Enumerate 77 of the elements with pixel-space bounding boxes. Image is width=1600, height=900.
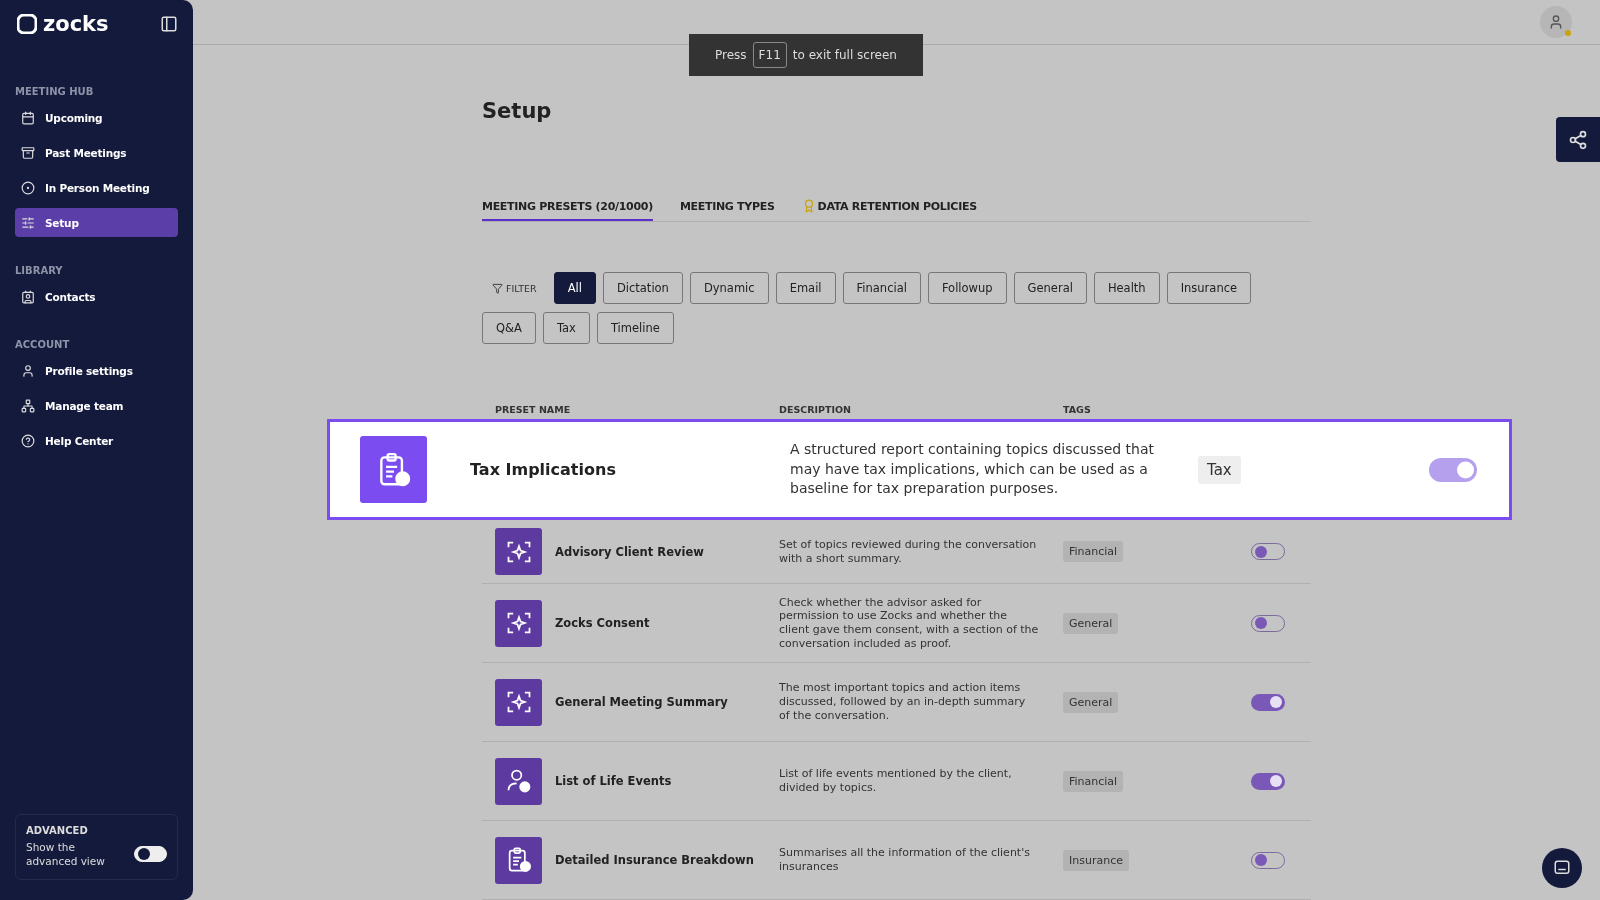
- advanced-label: Show the advanced view: [26, 839, 106, 869]
- preset-name: Advisory Client Review: [555, 544, 705, 559]
- logo-icon: [17, 14, 37, 34]
- nav-item[interactable]: Contacts: [15, 282, 178, 311]
- filter-chip[interactable]: Email: [775, 272, 836, 304]
- page-title: Setup: [482, 99, 553, 123]
- filter-chip[interactable]: Insurance: [1166, 272, 1252, 304]
- highlighted-preset-card[interactable]: Tax Implications A structured report containing topics discussed that may have tax implications, which can be used as a baseline for tax preparation purposes. Tax: [327, 419, 1512, 520]
- filter-chip[interactable]: Q&A: [482, 312, 536, 344]
- preset-description: Check whether the advisor asked for permission to use Zocks and whether the client gave them consent, with a section of the conversation included as proof.: [779, 595, 1039, 651]
- filter-chip[interactable]: Health: [1093, 272, 1160, 304]
- tag-label: Insurance: [1063, 849, 1129, 871]
- status-dot: [1565, 30, 1571, 36]
- filter-label: FILTER: [492, 282, 537, 294]
- preset-name: Detailed Insurance Breakdown: [555, 853, 755, 867]
- tag-label: Financial: [1063, 541, 1124, 562]
- preset-description: A structured report containing topics discussed that may have tax implications, which can be used as a baseline for tax preparation purposes.: [790, 440, 1156, 499]
- filter-chip[interactable]: General: [1013, 272, 1087, 304]
- chat-icon: [1553, 859, 1571, 877]
- nav-item[interactable]: Manage team: [15, 391, 178, 420]
- user-icon: [21, 363, 35, 378]
- nav-item[interactable]: Setup: [15, 208, 178, 237]
- user-icon: [1548, 14, 1564, 30]
- section-title: LIBRARY: [15, 265, 64, 276]
- filter-chip[interactable]: Timeline: [596, 312, 674, 344]
- nav-item[interactable]: Upcoming: [15, 103, 178, 132]
- nav-item[interactable]: Past Meetings: [15, 138, 178, 167]
- toast-text: to exit full screen: [792, 48, 897, 62]
- share-icon: [1568, 129, 1588, 150]
- tab[interactable]: MEETING PRESETS (20/1000): [482, 199, 653, 221]
- nav-item[interactable]: Profile settings: [15, 356, 178, 385]
- preset-description: Summarises all the information of the client's insurances: [779, 846, 1031, 874]
- toggle-switch[interactable]: [1429, 457, 1477, 482]
- preset-description: Set of topics reviewed during the conversation with a short summary.: [779, 537, 1038, 566]
- share-button[interactable]: [1556, 117, 1600, 162]
- filter-chip[interactable]: Dynamic: [689, 272, 769, 304]
- sliders-icon: [21, 215, 35, 230]
- filter-chip[interactable]: Dictation: [602, 272, 683, 304]
- nav-item[interactable]: Help Center: [15, 426, 178, 455]
- tab[interactable]: MEETING TYPES: [679, 199, 775, 221]
- filter-chip[interactable]: Followup: [927, 272, 1007, 304]
- preset-name: Zocks Consent: [555, 616, 651, 630]
- team-icon: [21, 398, 35, 413]
- preset-name: Tax Implications: [470, 460, 617, 479]
- section-title: MEETING HUB: [15, 86, 95, 97]
- column-header: DESCRIPTION: [779, 404, 853, 415]
- preset-name: General Meeting Summary: [555, 695, 729, 709]
- avatar[interactable]: [1540, 6, 1572, 38]
- tag-label: General: [1063, 612, 1119, 634]
- key-label: F11: [752, 42, 787, 68]
- filter-chip[interactable]: Tax: [542, 312, 590, 344]
- preset-description: The most important topics and action items discussed, followed by an in-depth summary of the conversation.: [779, 681, 1027, 723]
- tag-label: Financial: [1063, 770, 1124, 792]
- preset-name: List of Life Events: [555, 774, 673, 788]
- toggle-switch[interactable]: [1251, 693, 1285, 711]
- preset-description: List of life events mentioned by the client, divided by topics.: [779, 767, 1013, 795]
- advanced-title: ADVANCED: [26, 824, 89, 836]
- chat-button[interactable]: [1542, 848, 1582, 888]
- archive-icon: [21, 145, 35, 160]
- calendar-icon: [21, 110, 35, 125]
- record-icon: [21, 180, 35, 195]
- section-title: ACCOUNT: [15, 339, 71, 350]
- contact-card-icon: [21, 289, 35, 304]
- filter-icon: [492, 282, 503, 294]
- tab[interactable]: DATA RETENTION POLICIES: [801, 199, 977, 221]
- toggle-switch[interactable]: [1251, 772, 1285, 790]
- filter-chip[interactable]: All: [553, 272, 596, 304]
- nav-item[interactable]: In Person Meeting: [15, 173, 178, 202]
- panel-toggle-icon[interactable]: [160, 15, 178, 33]
- column-header: PRESET NAME: [495, 404, 572, 415]
- tag-label: Tax: [1198, 455, 1241, 484]
- help-icon: [21, 433, 35, 448]
- filter-chip[interactable]: Financial: [842, 272, 921, 304]
- column-header: TAGS: [1063, 404, 1092, 415]
- brand-name: zocks: [43, 12, 109, 36]
- tag-label: General: [1063, 691, 1119, 713]
- toast-text: Press: [715, 48, 747, 62]
